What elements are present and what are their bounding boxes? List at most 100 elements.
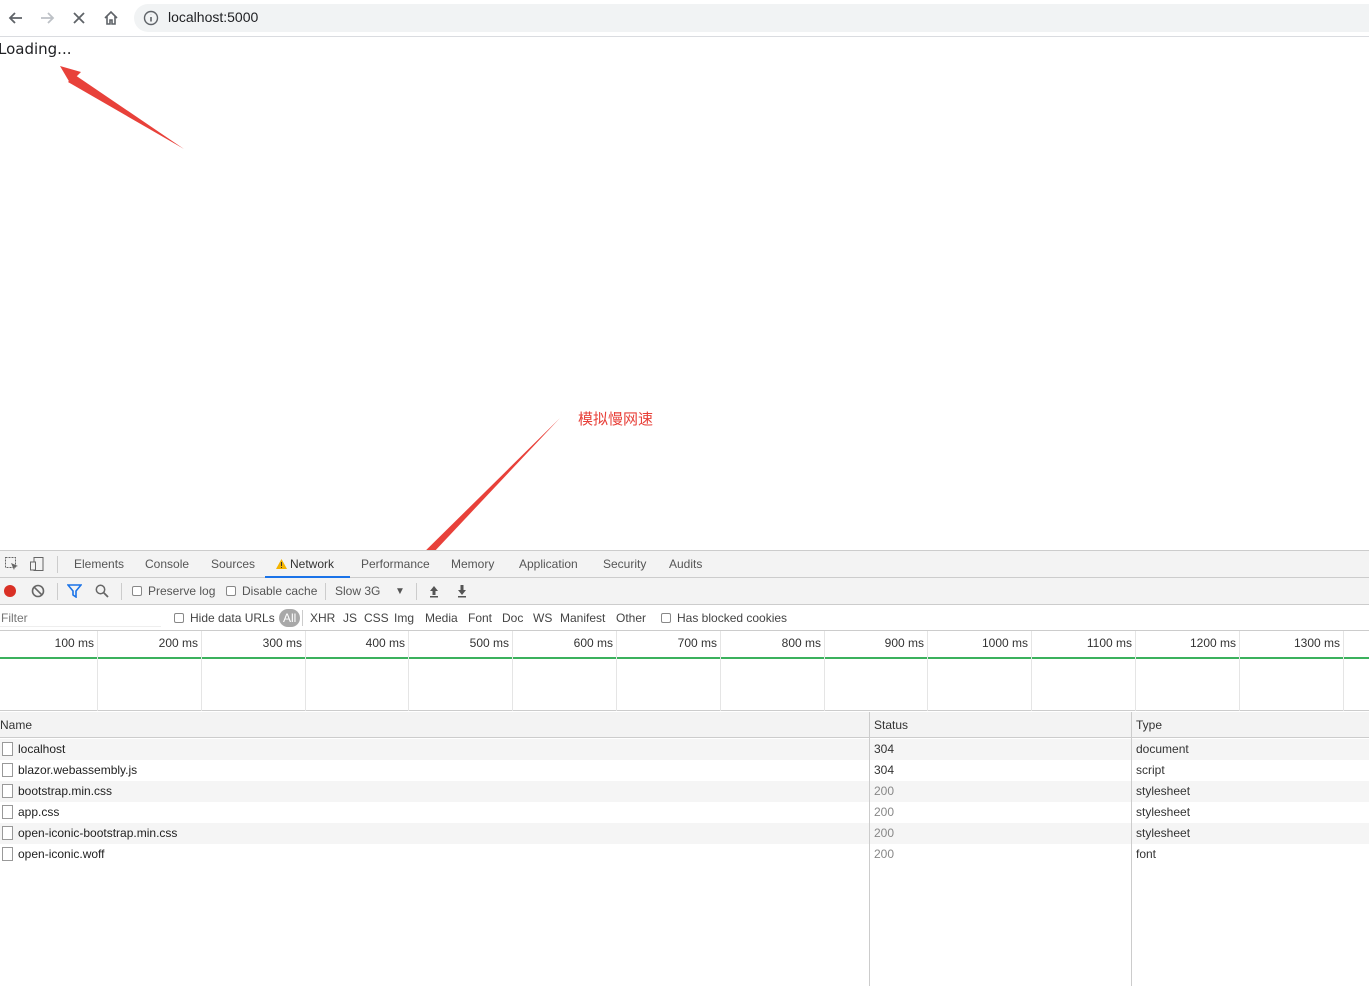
timeline-tick-label: 900 ms xyxy=(884,636,924,650)
timeline-grid-line xyxy=(305,631,306,711)
request-status: 304 xyxy=(874,763,895,777)
timeline-grid-line xyxy=(616,631,617,711)
filter-icon[interactable] xyxy=(66,584,83,600)
export-har-icon[interactable] xyxy=(455,584,471,600)
devtools-panel: Elements Console Sources Network Perform… xyxy=(0,550,1369,986)
tab-console[interactable]: Console xyxy=(145,551,189,578)
record-icon[interactable] xyxy=(3,584,19,600)
devtools-tabbar: Elements Console Sources Network Perform… xyxy=(0,551,1369,578)
request-name[interactable]: localhost xyxy=(18,739,65,760)
annotation-arrow-loading xyxy=(68,75,184,149)
file-icon xyxy=(2,847,13,861)
request-name[interactable]: blazor.webassembly.js xyxy=(18,760,137,781)
timeline-grid-line xyxy=(824,631,825,711)
table-row[interactable]: bootstrap.min.css 200 stylesheet xyxy=(0,781,1369,802)
network-toolbar: Preserve log Disable cache Slow 3G ▼ xyxy=(0,578,1369,605)
checkbox-icon[interactable] xyxy=(132,586,142,596)
timeline-grid-line xyxy=(720,631,721,711)
tab-network[interactable]: Network xyxy=(265,551,350,578)
request-type: stylesheet xyxy=(1136,826,1191,840)
checkbox-icon[interactable] xyxy=(226,586,236,596)
requests-table: Name Status Type localhost 304 document bla… xyxy=(0,712,1369,986)
hide-data-urls-checkbox[interactable]: Hide data URLs xyxy=(174,605,275,631)
file-icon xyxy=(2,826,13,840)
timeline-tick-label: 800 ms xyxy=(781,636,821,650)
file-icon xyxy=(2,742,13,756)
address-bar[interactable]: localhost:5000 xyxy=(134,4,1369,32)
table-row[interactable]: open-iconic.woff 200 font xyxy=(0,844,1369,865)
checkbox-icon[interactable] xyxy=(661,613,671,623)
timeline-grid-line xyxy=(1135,631,1136,711)
device-toolbar-icon[interactable] xyxy=(29,556,45,572)
table-row[interactable]: open-iconic-bootstrap.min.css 200 styleshe… xyxy=(0,823,1369,844)
timeline-tick-label: 1000 ms xyxy=(981,636,1028,650)
tab-sources[interactable]: Sources xyxy=(211,551,255,578)
timeline-tick-label: 1300 ms xyxy=(1293,636,1340,650)
tab-memory[interactable]: Memory xyxy=(451,551,494,578)
timeline-tick-label: 600 ms xyxy=(573,636,613,650)
tab-security[interactable]: Security xyxy=(603,551,646,578)
preserve-log-checkbox[interactable]: Preserve log xyxy=(132,578,215,605)
has-blocked-cookies-label: Has blocked cookies xyxy=(677,611,788,625)
disable-cache-checkbox[interactable]: Disable cache xyxy=(226,578,317,605)
type-filter-css[interactable]: CSS xyxy=(364,605,389,631)
type-filter-doc[interactable]: Doc xyxy=(502,605,523,631)
type-filter-all[interactable]: All xyxy=(279,609,301,627)
tab-application[interactable]: Application xyxy=(519,551,578,578)
request-status: 200 xyxy=(874,805,895,819)
table-row[interactable]: app.css 200 stylesheet xyxy=(0,802,1369,823)
tab-audits[interactable]: Audits xyxy=(669,551,702,578)
request-status: 200 xyxy=(874,784,895,798)
chevron-down-icon[interactable]: ▼ xyxy=(395,578,405,605)
search-icon[interactable] xyxy=(95,584,111,600)
tab-network-label: Network xyxy=(290,557,335,571)
request-name[interactable]: bootstrap.min.css xyxy=(18,781,112,802)
tab-elements[interactable]: Elements xyxy=(74,551,124,578)
home-icon[interactable] xyxy=(99,6,123,30)
has-blocked-cookies-checkbox[interactable]: Has blocked cookies xyxy=(661,605,787,631)
close-icon[interactable] xyxy=(67,6,91,30)
arrow-right-icon[interactable] xyxy=(35,6,59,30)
filter-bar: Hide data URLs All XHR JS CSS Img Media … xyxy=(0,605,1369,631)
timeline-tick-label: 1100 ms xyxy=(1086,636,1132,650)
request-name[interactable]: open-iconic.woff xyxy=(18,844,105,865)
type-filter-ws[interactable]: WS xyxy=(533,605,552,631)
type-filter-manifest[interactable]: Manifest xyxy=(560,605,605,631)
type-filter-other[interactable]: Other xyxy=(616,605,646,631)
url-text[interactable]: localhost:5000 xyxy=(168,9,258,25)
column-header-name[interactable]: Name xyxy=(0,712,32,738)
preserve-log-label: Preserve log xyxy=(148,584,216,598)
table-row[interactable]: blazor.webassembly.js 304 script xyxy=(0,760,1369,781)
timeline-overview[interactable]: 100 ms 200 ms 300 ms 400 ms 500 ms 600 ms 700 … xyxy=(0,631,1369,711)
file-icon xyxy=(2,784,13,798)
throttling-select[interactable]: Slow 3G xyxy=(335,578,380,605)
type-filter-media[interactable]: Media xyxy=(425,605,458,631)
type-filter-xhr[interactable]: XHR xyxy=(310,605,335,631)
clear-icon[interactable] xyxy=(31,584,47,600)
request-status: 200 xyxy=(874,847,895,861)
request-name[interactable]: open-iconic-bootstrap.min.css xyxy=(18,823,177,844)
type-filter-js[interactable]: JS xyxy=(343,605,357,631)
inspect-element-icon[interactable] xyxy=(4,556,20,572)
checkbox-icon[interactable] xyxy=(174,613,184,623)
info-icon[interactable] xyxy=(143,10,159,26)
column-divider[interactable] xyxy=(869,712,870,986)
filter-input[interactable] xyxy=(0,609,161,627)
column-divider[interactable] xyxy=(1131,712,1132,986)
type-filter-font[interactable]: Font xyxy=(468,605,492,631)
arrow-left-icon[interactable] xyxy=(4,6,28,30)
timeline-grid-line xyxy=(97,631,98,711)
import-har-icon[interactable] xyxy=(427,584,443,600)
annotation-label: 模拟慢网速 xyxy=(578,410,654,428)
column-header-type[interactable]: Type xyxy=(1136,712,1162,738)
loading-text: Loading... xyxy=(0,40,72,58)
request-status: 304 xyxy=(874,742,895,756)
timeline-tick-label: 200 ms xyxy=(158,636,198,650)
tab-performance[interactable]: Performance xyxy=(361,551,430,578)
type-filter-img[interactable]: Img xyxy=(394,605,414,631)
timeline-tick-label: 300 ms xyxy=(262,636,302,650)
table-row[interactable]: localhost 304 document xyxy=(0,739,1369,760)
request-type: script xyxy=(1136,763,1165,777)
request-name[interactable]: app.css xyxy=(18,802,59,823)
column-header-status[interactable]: Status xyxy=(874,712,908,738)
